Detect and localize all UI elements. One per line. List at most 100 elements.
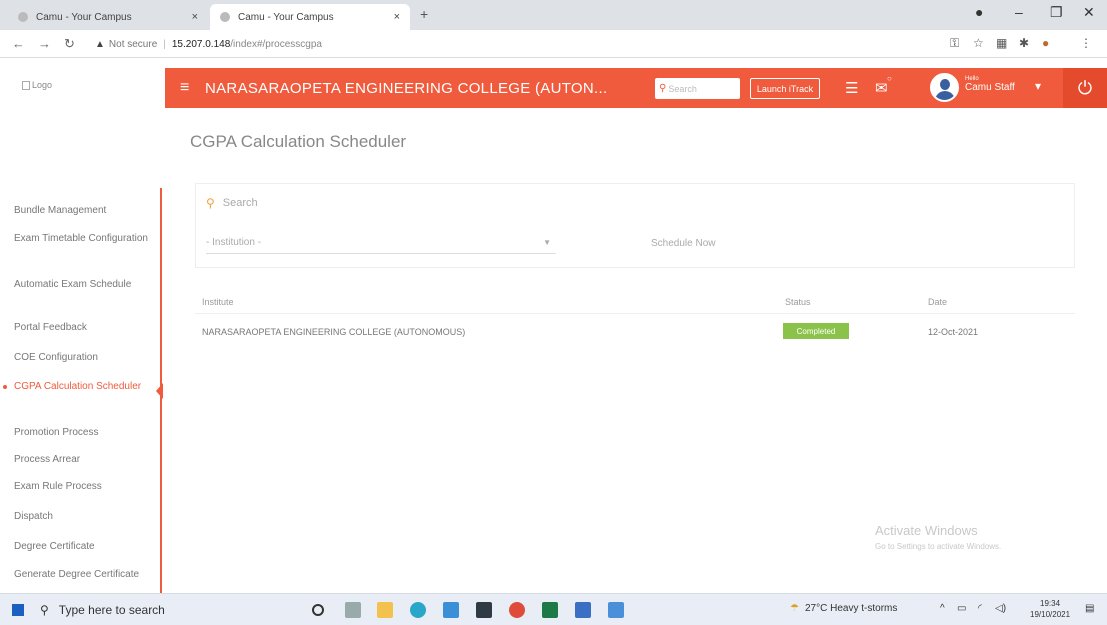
key-icon[interactable]: ⚿ <box>950 36 959 51</box>
menu-kebab-icon[interactable]: ⋮ <box>1080 36 1092 50</box>
cell-date: 12-Oct-2021 <box>928 327 979 337</box>
sidebar-item-portal-feedback[interactable]: Portal Feedback <box>14 321 149 334</box>
chevron-down-icon[interactable]: ▾ <box>1035 79 1041 93</box>
institution-select-value: - Institution - <box>206 237 262 248</box>
clock-date: 19/10/2021 <box>1030 610 1071 619</box>
windows-start-icon[interactable] <box>12 604 24 616</box>
mail-icon[interactable]: ✉ <box>875 79 888 97</box>
outlook-icon[interactable] <box>575 602 591 618</box>
user-info[interactable]: Hello Camu Staff <box>965 76 1015 93</box>
header-institute: Institute <box>202 297 234 307</box>
taskbar-search-input[interactable]: ⚲ Type here to search <box>40 598 280 622</box>
watermark-title: Activate Windows <box>875 523 978 538</box>
hamburger-menu-icon[interactable]: ≡ <box>180 79 189 97</box>
maximize-icon[interactable]: ❐ <box>1050 4 1063 21</box>
watermark-subtitle: Go to Settings to activate Windows. <box>875 542 1002 551</box>
sidebar: Bundle Management Exam Timetable Configu… <box>0 188 163 593</box>
logout-button[interactable]: ⏻ <box>1063 68 1107 108</box>
sidebar-item-bundle-management[interactable]: Bundle Management <box>14 204 149 217</box>
tab-title: Camu - Your Campus <box>238 11 334 23</box>
close-tab-icon[interactable]: × <box>192 11 198 23</box>
header-search-placeholder: Search <box>668 83 697 94</box>
web-page: Logo ≡ NARASARAOPETA ENGINEERING COLLEGE… <box>0 58 1107 593</box>
browser-tab-active[interactable]: Camu - Your Campus × <box>210 4 410 30</box>
table-header: Institute Status Date <box>195 288 1075 314</box>
excel-icon[interactable] <box>542 602 558 618</box>
active-arrow-icon <box>156 383 163 399</box>
minimize-icon[interactable]: – <box>1015 4 1023 20</box>
sidebar-item-process-arrear[interactable]: Process Arrear <box>14 453 149 466</box>
separator: | <box>163 38 166 50</box>
warning-icon: ▲ <box>95 38 105 50</box>
status-badge: Completed <box>783 323 849 339</box>
page-title: CGPA Calculation Scheduler <box>190 132 407 151</box>
launch-itrack-button[interactable]: Launch iTrack <box>750 78 820 99</box>
sidebar-item-promotion-process[interactable]: Promotion Process <box>14 426 149 439</box>
search-icon: ⚲ <box>40 603 49 617</box>
avatar[interactable] <box>930 73 959 102</box>
app-icon[interactable] <box>476 602 492 618</box>
volume-icon[interactable]: ◁) <box>995 603 1006 614</box>
photos-icon[interactable] <box>608 602 624 618</box>
search-icon: ⚲ <box>206 196 215 210</box>
browser-tab[interactable]: Camu - Your Campus × <box>8 4 208 30</box>
header-search-input[interactable]: ⚲ Search <box>655 78 740 99</box>
logo: Logo <box>22 80 52 90</box>
forward-icon[interactable]: → <box>38 36 51 51</box>
search-label: Search <box>222 197 258 209</box>
extension-icon[interactable]: ▦ <box>996 36 1007 50</box>
institution-select[interactable]: - Institution - ▼ <box>206 232 556 254</box>
search-toggle[interactable]: ⚲ Search <box>206 196 258 210</box>
list-icon[interactable]: ☰ <box>845 79 858 97</box>
battery-icon[interactable]: ▭ <box>957 603 966 614</box>
chrome-icon[interactable] <box>509 602 525 618</box>
network-icon[interactable]: ◜ <box>978 603 982 614</box>
schedule-now-button[interactable]: Schedule Now <box>651 238 715 249</box>
logo-area: Logo <box>0 58 165 128</box>
mail-badge: ○ <box>887 74 892 83</box>
favicon-icon <box>18 12 28 22</box>
close-window-icon[interactable]: ✕ <box>1083 4 1095 21</box>
table-row[interactable]: NARASARAOPETA ENGINEERING COLLEGE (AUTON… <box>195 318 1075 344</box>
windows-taskbar: ⚲ Type here to search ☂ 27°C Heavy t-sto… <box>0 593 1107 625</box>
edge-icon[interactable] <box>410 602 426 618</box>
profile-dot-icon[interactable]: ● <box>975 4 983 20</box>
weather-text[interactable]: 27°C Heavy t-storms <box>805 603 897 614</box>
logo-alt-text: Logo <box>32 80 53 90</box>
weather-icon: ☂ <box>790 603 799 614</box>
star-icon[interactable]: ☆ <box>973 36 984 50</box>
puzzle-icon[interactable]: ✱ <box>1019 36 1029 50</box>
favicon-icon <box>220 12 230 22</box>
close-tab-icon[interactable]: × <box>394 11 400 23</box>
url-host: 15.207.0.148 <box>171 38 231 50</box>
chevron-down-icon: ▼ <box>543 238 551 247</box>
sidebar-item-automatic-exam-schedule[interactable]: Automatic Exam Schedule <box>14 278 149 291</box>
sidebar-item-degree-certificate[interactable]: Degree Certificate <box>14 540 149 553</box>
sidebar-item-cgpa-calculation-scheduler[interactable]: CGPA Calculation Scheduler <box>14 380 149 393</box>
store-icon[interactable] <box>443 602 459 618</box>
new-tab-icon[interactable]: + <box>420 6 428 22</box>
file-explorer-icon[interactable] <box>377 602 393 618</box>
sidebar-item-coe-configuration[interactable]: COE Configuration <box>14 351 149 364</box>
main-content: CGPA Calculation Scheduler ⚲ Search - In… <box>165 108 1107 593</box>
sidebar-item-exam-timetable[interactable]: Exam Timetable Configuration <box>14 232 149 245</box>
sidebar-item-dispatch[interactable]: Dispatch <box>14 510 149 523</box>
task-view-icon[interactable] <box>345 602 361 618</box>
url-field[interactable]: ▲ Not secure | 15.207.0.148 /index#/proc… <box>95 34 915 54</box>
url-path: /index#/processcgpa <box>230 38 322 50</box>
clock-time: 19:34 <box>1040 599 1061 608</box>
back-icon[interactable]: ← <box>12 36 25 51</box>
taskbar-search-placeholder: Type here to search <box>58 603 165 617</box>
college-name: NARASARAOPETA ENGINEERING COLLEGE (AUTON… <box>205 80 608 97</box>
profile-icon[interactable]: ● <box>1042 36 1049 50</box>
cell-institute: NARASARAOPETA ENGINEERING COLLEGE (AUTON… <box>202 327 466 337</box>
sidebar-item-exam-rule-process[interactable]: Exam Rule Process <box>14 480 149 493</box>
search-icon: ⚲ <box>659 83 667 94</box>
cortana-icon[interactable] <box>312 604 324 616</box>
taskbar-clock[interactable]: 19:34 19/10/2021 <box>1030 598 1070 620</box>
sidebar-item-generate-degree-certificate[interactable]: Generate Degree Certificate <box>14 568 149 581</box>
tab-title: Camu - Your Campus <box>36 11 132 23</box>
notification-icon[interactable]: ▤ <box>1085 603 1094 614</box>
reload-icon[interactable]: ↻ <box>64 36 75 52</box>
chevron-up-icon[interactable]: ^ <box>940 603 945 614</box>
